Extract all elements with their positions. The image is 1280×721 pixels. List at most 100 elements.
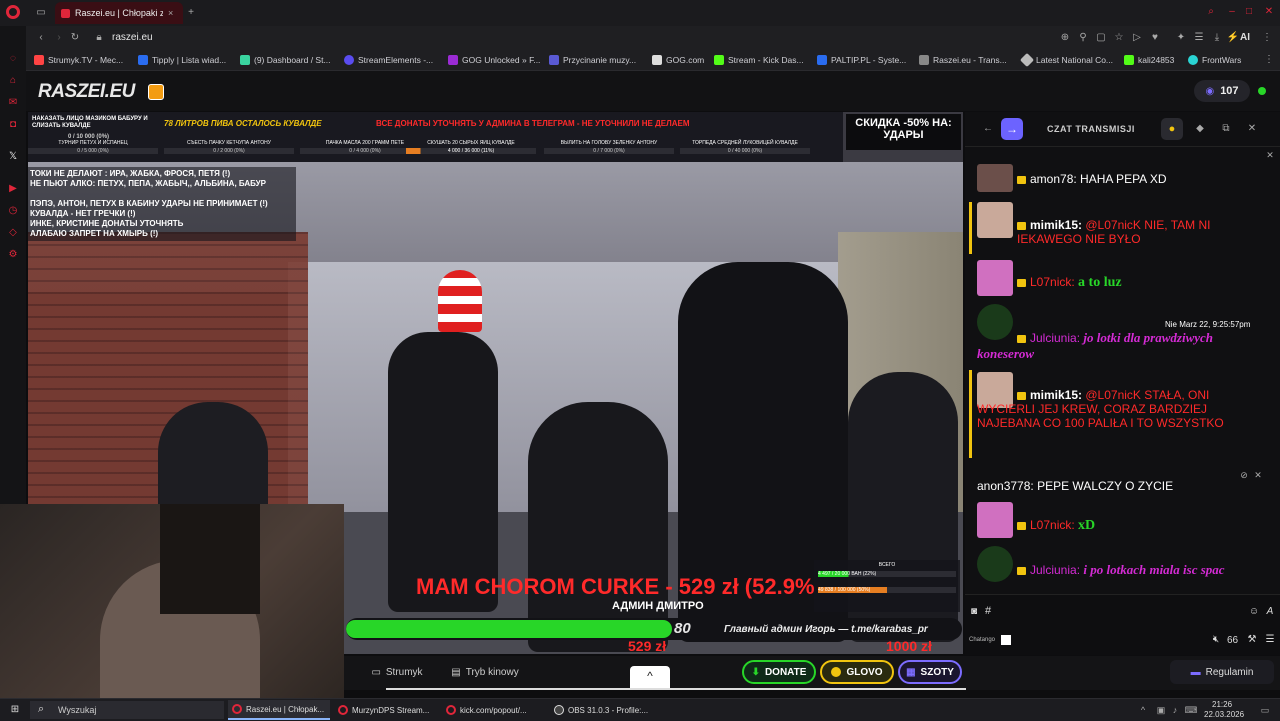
extensions-icon[interactable]: ✦ bbox=[1174, 31, 1188, 45]
instagram-icon[interactable]: ◘ bbox=[6, 118, 20, 132]
discord-icon[interactable]: ◆ bbox=[1193, 122, 1207, 136]
tab-raszei[interactable]: Raszei.eu | Chłopaki z × bbox=[55, 2, 183, 24]
mute-icon[interactable]: 🔇︎ bbox=[1209, 633, 1223, 647]
settings-gear-icon[interactable]: ⚙ bbox=[6, 248, 20, 262]
opera-logo-icon[interactable] bbox=[6, 5, 20, 19]
strumyk-button[interactable]: ▭ Strumyk bbox=[352, 660, 442, 684]
downloads-icon[interactable]: ⤓ bbox=[1210, 31, 1224, 45]
bookmark-item[interactable]: Tipply | Lista wiad... bbox=[138, 53, 226, 67]
person-silhouette bbox=[528, 402, 668, 652]
player-icon[interactable]: ▷ bbox=[1130, 31, 1144, 45]
crown-icon bbox=[1017, 566, 1026, 575]
workspaces-icon[interactable]: ▭ bbox=[34, 6, 48, 20]
rule-line: ИНКЕ, КРИСТИНЕ ДОНАТЫ УТОЧНЯТЬ bbox=[30, 219, 184, 228]
camera-icon[interactable]: ◙ bbox=[967, 605, 981, 619]
bookmark-item[interactable]: Przycinanie muzy... bbox=[549, 53, 636, 67]
highlight-bar bbox=[969, 370, 972, 458]
network-icon[interactable]: ▣ bbox=[1154, 703, 1168, 717]
bookmark-item[interactable]: Latest National Co... bbox=[1019, 52, 1113, 68]
bookmark-item[interactable]: PALTIP.PL - Syste... bbox=[817, 53, 906, 67]
clock-date[interactable]: 22.03.2026 bbox=[1204, 710, 1244, 719]
logo-badge-icon[interactable] bbox=[148, 84, 164, 100]
bookmark-item[interactable]: Raszei.eu - Trans... bbox=[919, 53, 1007, 67]
bookmark-icon[interactable]: ☆ bbox=[1112, 31, 1126, 45]
speed-dial-icon[interactable]: ⌂ bbox=[6, 74, 20, 88]
chat-forward-button[interactable]: → bbox=[1001, 118, 1023, 140]
aria-icon[interactable]: ◌ bbox=[6, 52, 20, 66]
donate-button[interactable]: ⬇ DONATE bbox=[742, 660, 816, 684]
chat-message: L07nick: xD bbox=[1017, 518, 1280, 534]
bookmarks-more-icon[interactable]: ⋮ bbox=[1262, 53, 1276, 67]
close-chat-icon[interactable]: ✕ bbox=[1245, 122, 1259, 136]
cinema-mode-button[interactable]: ▤ Tryb kinowy bbox=[440, 660, 530, 684]
goal-item: ТОРПЕДА СРЕДНЕЙ ЛУКОВИЦЕЙ КУВАЛДЕ 0 / 40… bbox=[680, 140, 810, 154]
bookmark-item[interactable]: (9) Dashboard / St... bbox=[240, 53, 331, 67]
address-bar-row: ‹ › ↻ 🔒︎ raszei.eu ⊕ ⚲ ▢ ☆ ▷ ♥ ✦ ☰ ⤓ ⚡ A… bbox=[0, 26, 1280, 50]
taskbar-app[interactable]: Raszei.eu | Chłopak... bbox=[228, 700, 330, 720]
shots-icon: ▦ bbox=[906, 666, 916, 678]
maximize-icon[interactable]: □ bbox=[1242, 5, 1256, 19]
windows-start-icon[interactable]: ⊞ bbox=[8, 703, 22, 717]
download-icon: ⬇ bbox=[751, 666, 760, 678]
collapse-chevron-icon[interactable]: ^ bbox=[630, 666, 670, 690]
taskbar-app[interactable]: OBS 31.0.3 - Profile:... bbox=[550, 700, 656, 720]
aria-ai-button[interactable]: AI bbox=[1240, 32, 1250, 43]
zoom-icon[interactable]: ⊕ bbox=[1058, 31, 1072, 45]
admin-name: АДМИН ДМИТРО bbox=[612, 600, 704, 612]
menu-icon[interactable]: ⋮ bbox=[1260, 31, 1274, 45]
snapshot-icon[interactable]: ▢ bbox=[1094, 31, 1108, 45]
pin-icon[interactable]: ⚲ bbox=[1076, 31, 1090, 45]
player-side-icon[interactable]: ▶ bbox=[6, 182, 20, 196]
coin-icon[interactable]: ● bbox=[1161, 118, 1183, 140]
taskbar-app[interactable]: kick.com/popout/... bbox=[442, 700, 548, 720]
volume-icon[interactable]: ♪ bbox=[1168, 703, 1182, 717]
site-logo[interactable]: RASZEI.EU bbox=[38, 81, 135, 103]
bookmark-favicon-icon bbox=[919, 55, 929, 65]
login-icon[interactable]: ⚒ bbox=[1245, 633, 1259, 647]
tab-manager-icon[interactable]: ☰ bbox=[1192, 31, 1206, 45]
search-tabs-icon[interactable]: ⌕ bbox=[1204, 5, 1218, 19]
notifications-icon[interactable]: ▭ bbox=[1258, 703, 1272, 717]
ticker-text: Главный админ Игорь — t.me/karabas_pr bbox=[724, 624, 928, 635]
close-window-icon[interactable]: ✕ bbox=[1262, 5, 1276, 19]
taskbar-app[interactable]: MurzynDPS Stream... bbox=[334, 700, 440, 720]
bookmark-item[interactable]: Strumyk.TV - Mec... bbox=[34, 53, 123, 67]
history-icon[interactable]: ◷ bbox=[6, 204, 20, 218]
szoty-button[interactable]: ▦ SZOTY bbox=[898, 660, 962, 684]
back-icon[interactable]: ‹ bbox=[34, 31, 48, 45]
lock-icon: 🔒︎ bbox=[96, 32, 102, 43]
forward-icon[interactable]: › bbox=[52, 31, 66, 45]
pinboard-icon[interactable]: ◇ bbox=[6, 226, 20, 240]
bookmark-item[interactable]: FrontWars bbox=[1188, 53, 1241, 67]
address-field[interactable]: raszei.eu bbox=[112, 32, 153, 43]
chat-menu-icon[interactable]: ☰ bbox=[1263, 633, 1277, 647]
new-tab-icon[interactable]: + bbox=[184, 6, 198, 20]
ime-icon[interactable]: ⌨ bbox=[1184, 703, 1198, 717]
dismiss-icon[interactable]: ✕ bbox=[1263, 148, 1277, 162]
bookmark-item[interactable]: GOG.com bbox=[652, 53, 704, 67]
messenger-icon[interactable]: ✉ bbox=[6, 96, 20, 110]
chat-input[interactable] bbox=[999, 601, 1243, 623]
battery-icon[interactable]: ⚡ bbox=[1226, 31, 1240, 45]
bookmark-favicon-icon bbox=[34, 55, 44, 65]
minimize-icon[interactable]: – bbox=[1225, 5, 1239, 19]
bookmark-item[interactable]: kali24853 bbox=[1124, 53, 1174, 67]
tab-close-icon[interactable]: × bbox=[168, 8, 173, 18]
emoji-icon[interactable]: ☺ bbox=[1247, 605, 1261, 619]
chat-back-icon[interactable]: ← bbox=[981, 122, 995, 136]
regulamin-button[interactable]: ▬ Regulamin bbox=[1170, 660, 1274, 684]
bookmark-item[interactable]: StreamElements -... bbox=[344, 53, 433, 67]
x-twitter-icon[interactable]: 𝕏 bbox=[6, 150, 20, 164]
font-icon[interactable]: A bbox=[1263, 605, 1277, 619]
chat-message: anon3778: PEPE WALCZY O ZYCIE bbox=[977, 479, 1174, 493]
chatango-label[interactable]: Chatango bbox=[969, 637, 995, 643]
clock-time[interactable]: 21:26 bbox=[1212, 700, 1232, 709]
bookmark-item[interactable]: GOG Unlocked » F... bbox=[448, 53, 540, 67]
popout-icon[interactable]: ⧉ bbox=[1219, 122, 1233, 136]
bookmark-item[interactable]: Stream - Kick Das... bbox=[714, 53, 804, 67]
taskbar-search[interactable]: ⌕ Wyszukaj bbox=[30, 701, 224, 719]
reload-icon[interactable]: ↻ bbox=[68, 31, 82, 45]
tray-chevron-icon[interactable]: ^ bbox=[1136, 703, 1150, 717]
glovo-button[interactable]: GLOVO bbox=[820, 660, 894, 684]
heart-icon[interactable]: ♥ bbox=[1148, 31, 1162, 45]
